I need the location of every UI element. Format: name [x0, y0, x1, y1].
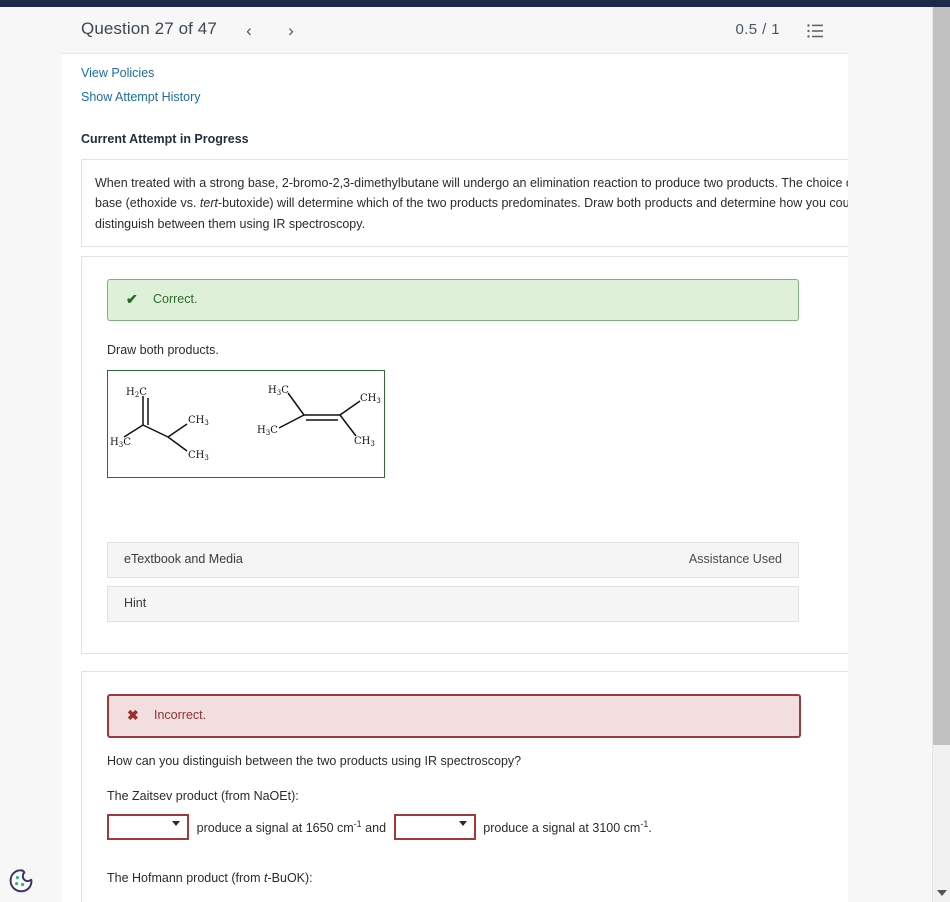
- superscript: -1: [353, 818, 362, 829]
- zaitsev-answer-row: produce a signal at 1650 cm-1 and produc…: [107, 814, 797, 842]
- etextbook-and-media-row[interactable]: eTextbook and Media Assistance Used: [107, 542, 799, 578]
- atom-label: H3C: [110, 437, 131, 449]
- hofmann-suffix: -BuOK):: [267, 871, 313, 885]
- scroll-down-arrow-icon[interactable]: [937, 890, 947, 896]
- chevron-down-icon: [172, 821, 180, 826]
- right-gutter: [848, 7, 932, 902]
- etextbook-label: eTextbook and Media: [124, 552, 243, 566]
- next-question-button[interactable]: ›: [280, 21, 302, 43]
- molecule-drawing-canvas[interactable]: H2C H3C CH3 CH3 H3C H3C CH3 CH3: [107, 370, 385, 478]
- question-prompt-box: When treated with a strong base, 2-bromo…: [81, 159, 875, 247]
- zaitsev-dropdown-1[interactable]: [107, 814, 189, 840]
- draw-products-instruction: Draw both products.: [107, 343, 219, 357]
- show-attempt-history-link[interactable]: Show Attempt History: [81, 90, 201, 104]
- previous-question-button[interactable]: ‹: [238, 21, 260, 43]
- browser-top-bar: [0, 0, 950, 7]
- atom-label: CH3: [188, 415, 209, 427]
- question-list-icon[interactable]: [807, 24, 823, 38]
- part-a-card: ✔ Correct. Draw both products. H2C H3C C…: [81, 256, 849, 654]
- conjunction-text: and: [365, 821, 387, 836]
- hint-label: Hint: [124, 596, 147, 610]
- question-page: Question 27 of 47 ‹ › 0.5 / 1 View Polic…: [62, 7, 933, 902]
- question-header-bar: Question 27 of 47 ‹ › 0.5 / 1: [62, 7, 933, 54]
- atom-label: CH3: [188, 450, 209, 462]
- scrollbar-thumb[interactable]: [933, 7, 950, 745]
- atom-label: H3C: [257, 425, 278, 437]
- cross-icon: ✖: [127, 707, 139, 723]
- atom-label: CH3: [360, 393, 381, 405]
- status-badge: Incorrect.: [154, 708, 207, 722]
- correct-status-banner: ✔ Correct.: [107, 279, 799, 321]
- atom-label: H3C: [268, 385, 289, 397]
- atom-label: CH3: [354, 436, 375, 448]
- cookie-consent-icon[interactable]: [8, 868, 34, 894]
- chevron-left-icon: ‹: [246, 21, 252, 40]
- atom-label: H2C: [126, 387, 147, 399]
- question-content: View Policies Show Attempt History Curre…: [62, 54, 933, 902]
- distinguish-question-text: How can you distinguish between the two …: [107, 754, 522, 768]
- zaitsev-dropdown-2[interactable]: [393, 814, 476, 840]
- hofmann-prefix: The Hofmann product (from: [107, 871, 265, 885]
- page-title: Question 27 of 47: [81, 19, 217, 38]
- chevron-right-icon: ›: [288, 21, 294, 40]
- view-policies-link[interactable]: View Policies: [81, 66, 154, 80]
- signal-1650-text: produce a signal at 1650 cm-1 and: [196, 818, 387, 836]
- prompt-text-italic: tert: [199, 196, 218, 211]
- incorrect-status-banner: ✖ Incorrect.: [107, 694, 801, 738]
- left-gutter: [0, 7, 62, 902]
- current-attempt-heading: Current Attempt in Progress: [81, 132, 249, 146]
- zaitsev-product-label: The Zaitsev product (from NaOEt):: [107, 789, 299, 803]
- part-b-card: ✖ Incorrect. How can you distinguish bet…: [81, 671, 849, 902]
- score-display: 0.5 / 1: [735, 21, 780, 38]
- assistance-used-label: Assistance Used: [688, 552, 782, 566]
- status-badge: Correct.: [153, 292, 198, 306]
- vertical-scrollbar[interactable]: [932, 7, 950, 902]
- chevron-down-icon: [458, 821, 467, 826]
- hint-row[interactable]: Hint: [107, 586, 799, 622]
- check-icon: ✔: [126, 291, 138, 307]
- hofmann-product-label: The Hofmann product (from t-BuOK):: [107, 871, 313, 885]
- signal-3100-text: produce a signal at 3100 cm-1.: [483, 818, 652, 836]
